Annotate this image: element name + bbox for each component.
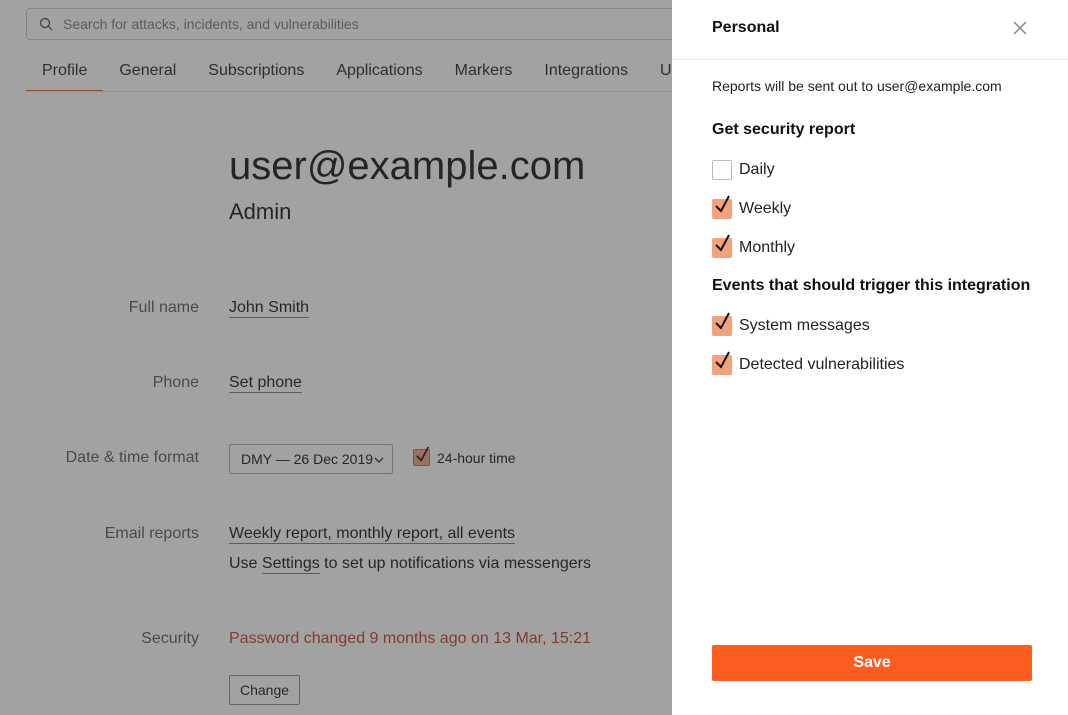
system-messages-checkbox[interactable] [712,312,732,336]
detected-vulnerabilities-label: Detected vulnerabilities [739,356,905,373]
monthly-report-option[interactable]: Monthly [712,234,796,258]
system-messages-label: System messages [739,317,870,334]
daily-report-option[interactable]: Daily [712,160,775,180]
panel-info: Reports will be sent out to user@example… [712,78,1002,94]
check-icon [715,312,730,330]
close-button[interactable] [1010,18,1030,38]
events-heading: Events that should trigger this integrat… [712,277,1031,294]
detected-vulnerabilities-checkbox[interactable] [712,351,732,375]
close-icon [1013,21,1027,35]
weekly-checkbox[interactable] [712,195,732,219]
save-button[interactable]: Save [712,645,1032,681]
weekly-report-option[interactable]: Weekly [712,195,792,219]
monthly-label: Monthly [739,239,796,256]
modal-overlay[interactable] [0,0,672,715]
daily-checkbox[interactable] [712,160,732,180]
check-icon [715,234,730,252]
daily-label: Daily [739,161,775,178]
system-messages-option[interactable]: System messages [712,312,870,336]
weekly-label: Weekly [739,200,792,217]
check-icon [715,351,730,369]
detected-vulnerabilities-option[interactable]: Detected vulnerabilities [712,351,905,375]
check-icon [715,195,730,213]
panel-divider [672,59,1068,60]
personal-panel: Personal Reports will be sent out to use… [672,0,1068,715]
monthly-checkbox[interactable] [712,234,732,258]
panel-title: Personal [712,19,780,36]
security-report-heading: Get security report [712,121,856,138]
